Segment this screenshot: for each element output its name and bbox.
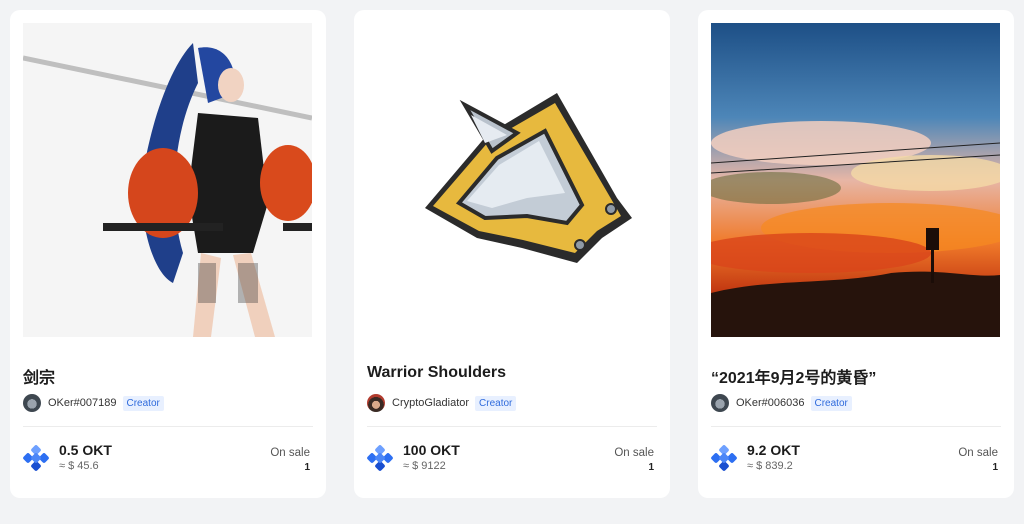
creator-badge: Creator bbox=[810, 395, 852, 411]
creator-row[interactable]: OKer#006036 Creator bbox=[711, 393, 852, 413]
divider bbox=[711, 426, 1001, 427]
price-okt: 100 OKT bbox=[403, 442, 460, 458]
price-block: 9.2 OKT ≈ $ 839.2 bbox=[711, 442, 800, 473]
nft-card[interactable]: Warrior Shoulders CryptoGladiator Creato… bbox=[354, 10, 670, 498]
price-usd: ≈ $ 839.2 bbox=[747, 460, 793, 472]
price-okt: 0.5 OKT bbox=[59, 442, 112, 458]
sale-status: On sale 1 bbox=[614, 446, 654, 475]
nft-card[interactable]: 剑宗 OKer#007189 Creator 0.5 OKT ≈ $ 45.6 … bbox=[10, 10, 326, 498]
nft-image[interactable] bbox=[711, 23, 1000, 337]
divider bbox=[367, 426, 657, 427]
nft-title[interactable]: Warrior Shoulders bbox=[367, 364, 506, 382]
sale-status: On sale 1 bbox=[958, 446, 998, 475]
creator-name[interactable]: OKer#007189 bbox=[48, 397, 117, 409]
divider bbox=[23, 426, 313, 427]
price-okt: 9.2 OKT bbox=[747, 442, 800, 458]
creator-row[interactable]: OKer#007189 Creator bbox=[23, 393, 164, 413]
nft-title[interactable]: “2021年9月2号的黄昏” bbox=[711, 364, 876, 388]
sunset-painting-artwork bbox=[711, 23, 1000, 337]
swordswoman-artwork bbox=[23, 23, 312, 337]
shoulder-armor-artwork bbox=[367, 23, 656, 337]
nft-grid: 剑宗 OKer#007189 Creator 0.5 OKT ≈ $ 45.6 … bbox=[0, 0, 1024, 524]
okt-logo-icon bbox=[711, 444, 737, 471]
sale-label: On sale bbox=[270, 447, 310, 459]
sale-count: 1 bbox=[648, 462, 654, 473]
avatar bbox=[367, 394, 385, 412]
nft-image[interactable] bbox=[23, 23, 312, 337]
creator-badge: Creator bbox=[475, 395, 517, 411]
okt-logo-icon bbox=[367, 444, 393, 471]
okt-logo-icon bbox=[23, 444, 49, 471]
sale-label: On sale bbox=[958, 447, 998, 459]
creator-badge: Creator bbox=[122, 395, 164, 411]
sale-count: 1 bbox=[992, 462, 998, 473]
nft-image[interactable] bbox=[367, 23, 656, 337]
price-block: 0.5 OKT ≈ $ 45.6 bbox=[23, 442, 112, 473]
sale-status: On sale 1 bbox=[270, 446, 310, 475]
avatar bbox=[23, 394, 41, 412]
nft-title[interactable]: 剑宗 bbox=[23, 364, 55, 388]
nft-card[interactable]: “2021年9月2号的黄昏” OKer#006036 Creator 9.2 O… bbox=[698, 10, 1014, 498]
creator-row[interactable]: CryptoGladiator Creator bbox=[367, 393, 517, 413]
creator-name[interactable]: CryptoGladiator bbox=[392, 397, 469, 409]
creator-name[interactable]: OKer#006036 bbox=[736, 397, 805, 409]
sale-label: On sale bbox=[614, 447, 654, 459]
price-usd: ≈ $ 45.6 bbox=[59, 460, 99, 472]
price-usd: ≈ $ 9122 bbox=[403, 460, 446, 472]
price-block: 100 OKT ≈ $ 9122 bbox=[367, 442, 460, 473]
sale-count: 1 bbox=[304, 462, 310, 473]
avatar bbox=[711, 394, 729, 412]
